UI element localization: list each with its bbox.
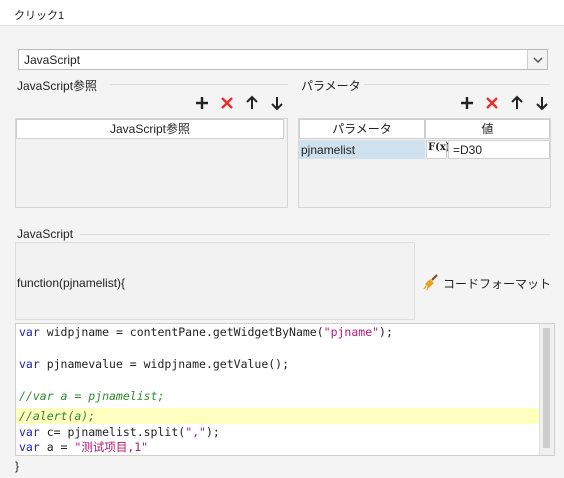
param-name: pjnamelist xyxy=(301,143,356,157)
window-title: クリック1 xyxy=(14,10,65,22)
param-value: =D30 xyxy=(453,143,483,157)
x-icon[interactable] xyxy=(484,95,500,111)
language-select[interactable]: JavaScript xyxy=(18,49,548,70)
plus-icon[interactable] xyxy=(459,95,475,111)
js-ref-label: JavaScript参照 xyxy=(17,79,98,93)
code-scrollbar-thumb[interactable] xyxy=(543,328,550,448)
formula-button[interactable]: F(x) xyxy=(426,140,451,159)
broom-icon xyxy=(423,273,439,293)
arrow-down-icon[interactable] xyxy=(534,95,550,111)
function-signature-box: function(pjnamelist){ xyxy=(15,242,415,320)
script-separator xyxy=(80,234,550,235)
params-separator xyxy=(364,84,550,85)
code-format-button[interactable]: コードフォーマット xyxy=(423,273,552,293)
params-value-column-header: 値 xyxy=(425,119,550,139)
chevron-down-icon[interactable] xyxy=(527,50,547,69)
language-select-value: JavaScript xyxy=(24,53,81,67)
code-line: var c= pjnamelist.split(","); xyxy=(19,425,220,439)
js-ref-separator xyxy=(110,84,288,85)
script-label: JavaScript xyxy=(17,227,74,241)
code-line: //alert(a); xyxy=(19,409,96,423)
code-line: var pjnamevalue = widpjname.getValue(); xyxy=(19,357,290,371)
code-line: var a = "测试项目,1" xyxy=(19,440,149,454)
title-bar xyxy=(0,0,564,26)
code-line: var widpjname = contentPane.getWidgetByN… xyxy=(19,325,393,339)
code-editor[interactable]: var widpjname = contentPane.getWidgetByN… xyxy=(15,323,555,456)
code-line: //var a = pjnamelist; xyxy=(19,389,165,403)
code-scrollbar[interactable] xyxy=(539,324,554,455)
function-signature: function(pjnamelist){ xyxy=(17,276,126,290)
params-name-column-header: パラメータ xyxy=(299,119,425,139)
arrow-up-icon[interactable] xyxy=(509,95,525,111)
param-value-field[interactable]: =D30 xyxy=(448,140,550,159)
function-closing-brace: } xyxy=(15,459,20,473)
arrow-up-icon[interactable] xyxy=(244,95,260,111)
arrow-down-icon[interactable] xyxy=(269,95,285,111)
x-icon[interactable] xyxy=(219,95,235,111)
js-ref-column-header: JavaScript参照 xyxy=(16,119,284,139)
params-label: パラメータ xyxy=(301,79,361,93)
param-row-name-cell[interactable]: pjnamelist xyxy=(299,140,425,159)
code-format-label: コードフォーマット xyxy=(443,276,552,291)
plus-icon[interactable] xyxy=(194,95,210,111)
